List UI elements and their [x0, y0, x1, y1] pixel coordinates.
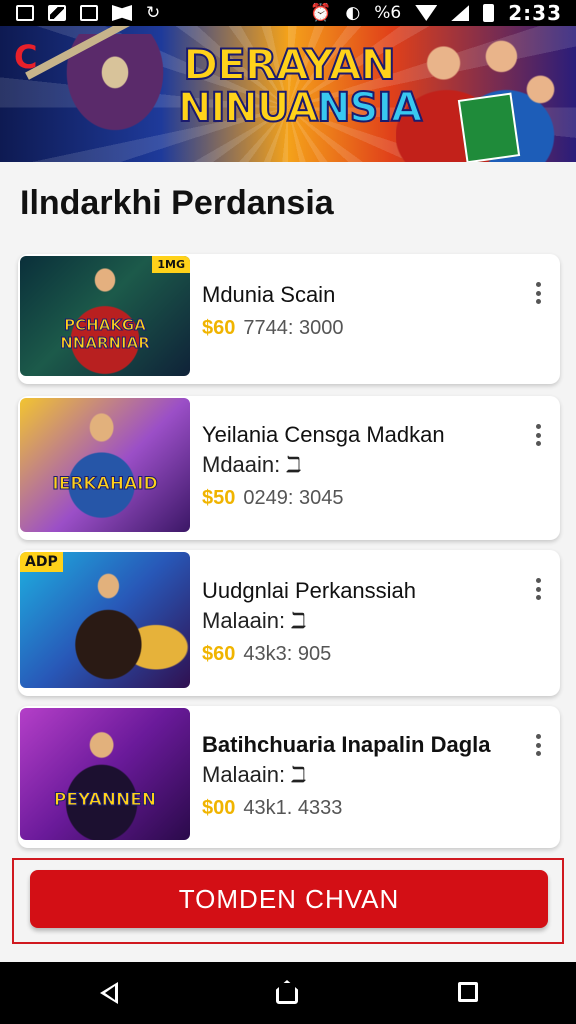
item-thumbnail[interactable]: IERKAHAID: [20, 398, 190, 532]
item-info: Batihchuaria Inapalin Dagla Malaain: ℶ $…: [202, 730, 520, 822]
primary-cta-button[interactable]: TOMDEN CHVAN: [30, 870, 548, 928]
app-logo: C: [14, 38, 38, 76]
item-subtitle: Mdaain: ℶ: [202, 452, 302, 477]
item-info: Uudgnlai Perkanssiah Malaain: ℶ $60 43k3:…: [202, 576, 520, 668]
thumbnail-label: PEYANNEN: [53, 790, 157, 811]
banner-title-line1: DERAYAN: [182, 40, 396, 89]
item-price-row: $50 0249: 3045: [202, 484, 520, 512]
battery-label: %6: [374, 3, 402, 23]
more-options-icon[interactable]: [536, 734, 542, 756]
banner-hero-left: [40, 34, 190, 162]
item-meta: 0249: 3045: [243, 487, 344, 509]
sync-icon: ↻: [146, 3, 161, 23]
battery-icon: [483, 4, 495, 22]
app-icon: [80, 5, 98, 21]
item-name: Yeilania Censga Madkan: [202, 422, 445, 447]
hero-banner[interactable]: C DERAYAN NINUANSIA: [0, 26, 576, 162]
item-price: $60: [202, 643, 236, 665]
item-badge: ADP: [20, 552, 63, 572]
photo-icon: [48, 5, 66, 21]
gallery-icon: [16, 5, 34, 21]
banner-title-line2-b: NSIA: [316, 85, 423, 131]
item-thumbnail[interactable]: 1MG PCHAKGA NNARNIAR: [20, 256, 190, 376]
item-price: $00: [202, 797, 236, 819]
system-nav-bar: [0, 962, 576, 1024]
banner-title: DERAYAN NINUANSIA: [177, 40, 423, 131]
wifi-icon: [415, 5, 438, 21]
item-price-row: $60 7744: 3000: [202, 314, 520, 342]
item-thumbnail[interactable]: ADP: [20, 552, 190, 688]
item-meta: 7744: 3000: [243, 317, 344, 339]
main-content[interactable]: Ilndarkhi Perdansia 1MG PCHAKGA NNARNIAR…: [0, 162, 576, 962]
item-meta: 43k1. 4333: [243, 797, 343, 819]
recent-apps-icon[interactable]: [458, 982, 478, 1002]
more-options-icon[interactable]: [536, 578, 542, 600]
status-right: ⏰ ◐ %6 2:33: [310, 1, 562, 25]
item-subtitle: Malaain: ℶ: [202, 608, 307, 633]
more-options-icon[interactable]: [536, 282, 542, 304]
banner-title-line2: NINUANSIA: [177, 85, 423, 131]
list-item[interactable]: ADP Uudgnlai Perkanssiah Malaain: ℶ $60 4…: [18, 550, 560, 696]
alarm-icon: ⏰: [310, 3, 332, 23]
back-icon[interactable]: [100, 982, 118, 1004]
item-name: Mdunia Scain: [202, 282, 336, 307]
item-name: Batihchuaria Inapalin Dagla: [202, 732, 491, 757]
page-title: Ilndarkhi Perdansia: [20, 184, 334, 222]
item-meta: 43k3: 905: [243, 643, 332, 665]
item-info: Yeilania Censga Madkan Mdaain: ℶ $50 0249…: [202, 420, 520, 512]
item-price-row: $60 43k3: 905: [202, 640, 520, 668]
banner-card: [457, 92, 521, 162]
more-options-icon[interactable]: [536, 424, 542, 446]
item-thumbnail[interactable]: PEYANNEN: [20, 708, 190, 840]
thumbnail-label: PCHAKGA NNARNIAR: [60, 316, 151, 353]
item-subtitle: Malaain: ℶ: [202, 762, 307, 787]
item-price: $50: [202, 487, 236, 509]
status-bar: ↻ ⏰ ◐ %6 2:33: [0, 0, 576, 26]
data-saver-icon: ◐: [345, 3, 361, 23]
home-icon[interactable]: [276, 980, 298, 1004]
item-price: $60: [202, 317, 236, 339]
list-item[interactable]: IERKAHAID Yeilania Censga Madkan Mdaain:…: [18, 396, 560, 540]
item-badge: 1MG: [152, 256, 190, 273]
status-left: ↻: [16, 3, 160, 23]
signal-icon: [451, 5, 470, 21]
thumbnail-label: IERKAHAID: [52, 474, 158, 495]
banner-title-line2-a: NINUA: [177, 85, 319, 131]
item-name: Uudgnlai Perkanssiah: [202, 578, 417, 603]
clock: 2:33: [508, 1, 562, 25]
cta-highlight-frame: TOMDEN CHVAN: [12, 858, 564, 944]
list-item[interactable]: PEYANNEN Batihchuaria Inapalin Dagla Mal…: [18, 706, 560, 848]
list-item[interactable]: 1MG PCHAKGA NNARNIAR Mdunia Scain $60 774…: [18, 254, 560, 384]
item-info: Mdunia Scain $60 7744: 3000: [202, 280, 520, 342]
book-icon: [112, 5, 132, 21]
item-price-row: $00 43k1. 4333: [202, 794, 520, 822]
